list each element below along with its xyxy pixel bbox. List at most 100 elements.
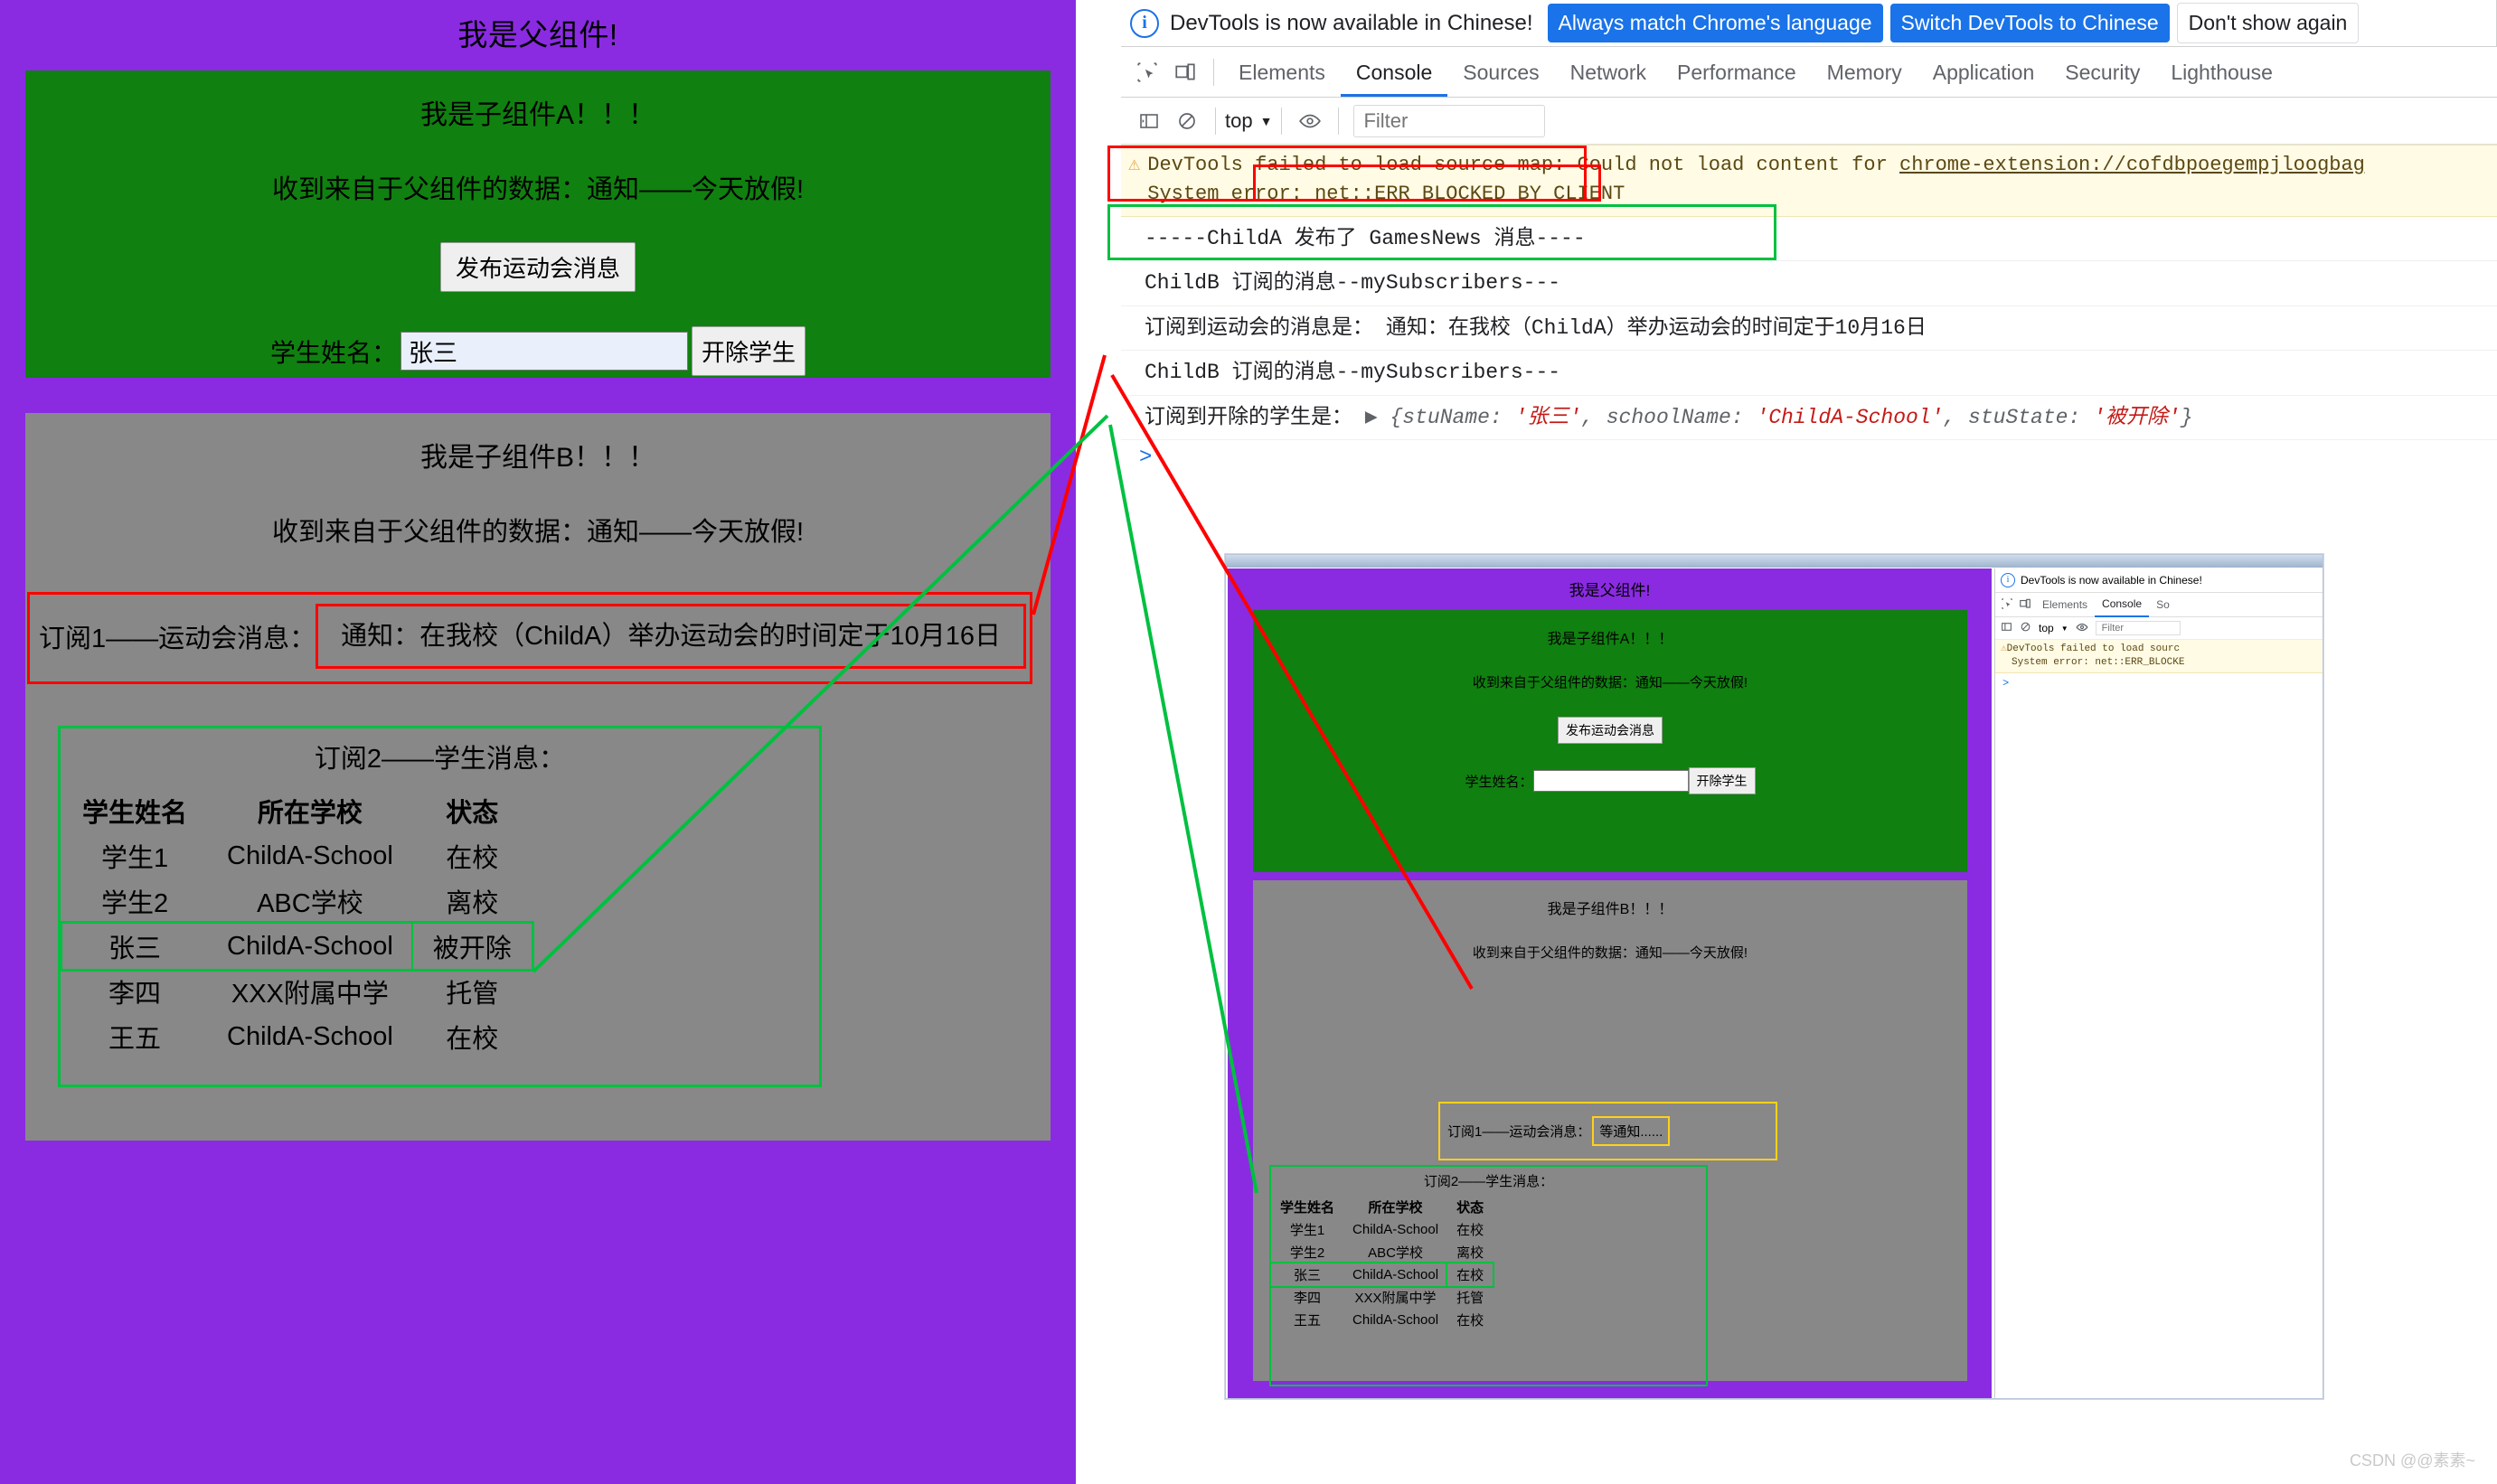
subscription-1-label: 订阅1——运动会消息：: [39, 625, 316, 653]
nested-child-a-panel: 我是子组件A！！！ 收到来自于父组件的数据：通知——今天放假! 发布运动会消息 …: [1253, 610, 1967, 872]
subscription-2-title: 订阅2——学生消息：: [314, 745, 566, 774]
n-cell-name: 学生2: [1289, 1245, 1325, 1261]
execution-context-selector[interactable]: top ▼: [1225, 109, 1272, 133]
nested-publish-games-news-button[interactable]: 发布运动会消息: [1558, 717, 1663, 744]
live-expression-eye-icon[interactable]: [1291, 102, 1329, 140]
dont-show-again-button[interactable]: Don't show again: [2176, 3, 2360, 43]
table-row-highlighted: 张三 ChildA-School 被开除: [60, 921, 534, 972]
nested-table-row: 学生2 ABC学校 离校: [1271, 1241, 1493, 1263]
col-student-name: 学生姓名: [82, 799, 188, 828]
cell-name: 王五: [108, 1025, 162, 1054]
source-map-link[interactable]: chrome-extension://cofdbpoegempjloogbag: [1899, 154, 2365, 176]
games-message-label: 订阅到运动会的消息是：: [1145, 315, 1373, 340]
nested-device-toolbar-icon[interactable]: [2019, 597, 2031, 613]
n-cell-state: 在校: [1456, 1223, 1484, 1238]
nested-child-b-received: 收到来自于父组件的数据：通知——今天放假!: [1472, 945, 1748, 961]
console-prompt[interactable]: >: [1121, 440, 2497, 475]
nested-devtools-panel: i DevTools is now available in Chinese! …: [1994, 568, 2323, 1398]
object-separator: ,: [1943, 405, 1969, 429]
always-match-language-button[interactable]: Always match Chrome's language: [1547, 4, 1883, 42]
nested-console-warning: ⚠DevTools failed to load sourc System er…: [1995, 640, 2323, 673]
nested-expel-student-button[interactable]: 开除学生: [1688, 767, 1756, 794]
nested-table-header-row: 学生姓名 所在学校 状态: [1271, 1196, 1493, 1218]
nested-warn-line2: System error: net::ERR_BLOCKE: [2012, 656, 2185, 668]
nested-tab-sources[interactable]: So: [2149, 594, 2177, 616]
tab-performance[interactable]: Performance: [1662, 48, 1812, 97]
toolbar-divider: [1281, 107, 1283, 135]
nested-inspect-icon[interactable]: [2001, 597, 2013, 613]
clear-console-icon[interactable]: [1168, 102, 1206, 140]
nested-demo-app: 我是父组件! 我是子组件A！！！ 收到来自于父组件的数据：通知——今天放假! 发…: [1228, 568, 1992, 1398]
nested-sidebar-icon[interactable]: [2001, 621, 2012, 635]
cell-state-highlighted: 被开除: [410, 922, 533, 971]
n-cell-school: ABC学校: [1368, 1245, 1423, 1261]
parent-component-title: 我是父组件!: [457, 18, 618, 52]
table-row: 学生1 ChildA-School 在校: [62, 833, 532, 878]
cell-name: 学生2: [100, 889, 169, 918]
object-value-schoolname: 'ChildA-School': [1756, 405, 1944, 429]
console-log-expelled-student: 订阅到开除的学生是： ▶ {stuName: '张三', schoolName:…: [1121, 396, 2497, 441]
nested-tab-console[interactable]: Console: [2095, 593, 2150, 617]
tab-sources[interactable]: Sources: [1447, 48, 1554, 97]
nested-warning-icon: ⚠: [2001, 643, 2007, 654]
banner-message: DevTools is now available in Chinese!: [1170, 10, 1533, 35]
nested-clear-console-icon[interactable]: [2020, 621, 2031, 635]
demo-app-viewport: 我是父组件! 我是子组件A！！！ 收到来自于父组件的数据：通知——今天放假! 发…: [0, 0, 1076, 1484]
cell-school: XXX附属中学: [231, 980, 389, 1009]
n-cell-school: ChildA-School: [1352, 1267, 1439, 1282]
n-cell-name: 李四: [1294, 1291, 1322, 1306]
nested-execution-context[interactable]: top: [2039, 622, 2054, 634]
n-cell-name: 王五: [1294, 1313, 1322, 1329]
student-name-input[interactable]: [400, 332, 688, 371]
nested-chevron-down-icon: ▼: [2060, 624, 2068, 633]
object-key-stuname: stuName: [1402, 405, 1490, 429]
tab-console[interactable]: Console: [1340, 48, 1448, 97]
console-sidebar-icon[interactable]: [1130, 102, 1168, 140]
subscription-1-highlight-box: 订阅1——运动会消息： 通知：在我校（ChildA）举办运动会的时间定于10月1…: [27, 592, 1032, 685]
n-cell-school: XXX附属中学: [1354, 1291, 1437, 1306]
publish-games-news-button[interactable]: 发布运动会消息: [439, 242, 636, 292]
student-table: 学生姓名 所在学校 状态 学生1 ChildA-School 在校 学生2 AB…: [60, 788, 534, 1059]
nested-subscription-1-box: 订阅1——运动会消息： 等通知......: [1438, 1102, 1777, 1160]
nested-subscription-1-value: 等通知......: [1592, 1116, 1671, 1146]
toolbar-divider: [1215, 107, 1216, 135]
student-name-label: 学生姓名：: [269, 338, 397, 367]
tab-network[interactable]: Network: [1555, 48, 1662, 97]
nested-student-name-input[interactable]: [1532, 770, 1689, 792]
nested-child-b-panel: 我是子组件B！！！ 收到来自于父组件的数据：通知——今天放假! 订阅1——运动会…: [1253, 880, 1967, 1386]
expand-object-triangle-icon[interactable]: ▶: [1365, 406, 1378, 429]
tab-elements[interactable]: Elements: [1223, 48, 1341, 97]
object-separator: ,: [1581, 405, 1607, 429]
cell-state: 在校: [446, 1025, 499, 1054]
console-filter-input[interactable]: [1353, 104, 1546, 137]
cell-state: 离校: [446, 889, 499, 918]
nested-child-b-heading: 我是子组件B！！！: [1547, 902, 1673, 917]
tab-lighthouse[interactable]: Lighthouse: [2155, 48, 2288, 97]
object-open-brace: {: [1390, 405, 1403, 429]
object-close-brace: }: [2180, 405, 2193, 429]
warning-icon: ⚠: [1128, 154, 1141, 176]
object-colon: :: [1489, 405, 1515, 429]
nested-subscription-2-title: 订阅2——学生消息：: [1423, 1174, 1554, 1189]
console-log-games-message: 订阅到运动会的消息是： 通知：在我校（ChildA）举办运动会的时间定于10月1…: [1121, 306, 2497, 352]
console-log-subscribe-header-1: ChildB 订阅的消息--mySubscribers---: [1121, 261, 2497, 306]
nested-tab-elements[interactable]: Elements: [2035, 594, 2095, 616]
nested-eye-icon[interactable]: [2076, 621, 2088, 636]
inspect-element-icon[interactable]: [1128, 53, 1166, 91]
object-value-stuname: '张三': [1514, 405, 1582, 429]
cell-state: 托管: [446, 980, 499, 1009]
object-key-stustate: stuState: [1968, 405, 2068, 429]
child-b-heading: 我是子组件B！！！: [419, 443, 655, 473]
tab-application[interactable]: Application: [1918, 48, 2050, 97]
nested-console-filter-input[interactable]: [2095, 621, 2181, 635]
student-table-header-row: 学生姓名 所在学校 状态: [62, 788, 532, 833]
tab-memory[interactable]: Memory: [1812, 48, 1918, 97]
nested-parent-title: 我是父组件!: [1569, 582, 1651, 599]
switch-devtools-chinese-button[interactable]: Switch DevTools to Chinese: [1889, 4, 2170, 42]
toggle-device-toolbar-icon[interactable]: [1166, 53, 1204, 91]
n-cell-school: ChildA-School: [1352, 1222, 1439, 1237]
console-log-publish: -----ChildA 发布了 GamesNews 消息----: [1121, 217, 2497, 262]
tab-security[interactable]: Security: [2049, 48, 2155, 97]
n-cell-name: 张三: [1294, 1268, 1322, 1283]
expel-student-button[interactable]: 开除学生: [692, 326, 806, 376]
